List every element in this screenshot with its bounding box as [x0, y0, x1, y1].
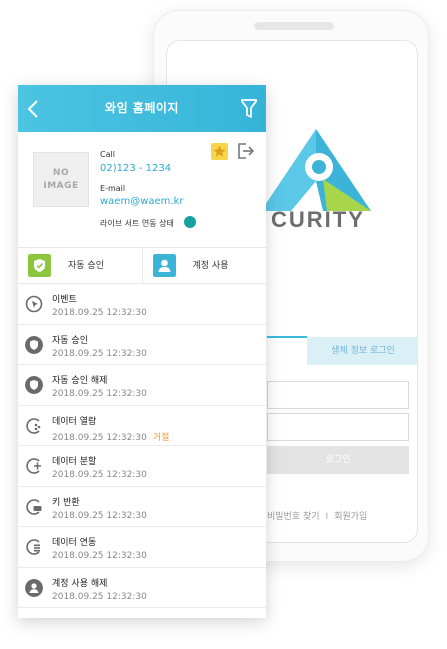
event-timestamp: 2018.09.25 12:32:30	[52, 389, 147, 399]
no-image-placeholder: NO IMAGE	[33, 152, 89, 207]
data-split-icon	[26, 458, 41, 474]
logo-text: CURITY	[271, 207, 365, 232]
shield-icon	[25, 335, 43, 354]
call-value[interactable]: 02)123 - 1234	[100, 163, 171, 174]
event-title: 자동 승인	[52, 335, 88, 346]
filter-icon[interactable]	[241, 99, 257, 119]
list-item[interactable]: 자동 승인 2018.09.25 12:32:30	[18, 325, 266, 365]
event-timestamp: 2018.09.25 12:32:30	[52, 348, 147, 359]
event-title: 키 반환	[52, 497, 80, 508]
account-use-button[interactable]: 계정 사용	[141, 248, 267, 283]
tab-indicator	[267, 336, 307, 338]
live-connected-icon	[184, 216, 196, 228]
auto-approve-button[interactable]: 자동 승인	[18, 248, 142, 283]
list-item[interactable]: 데이터 분할 2018.09.25 12:32:30	[18, 446, 266, 487]
event-time: 2018.09.25 12:32:30	[52, 389, 147, 399]
email-label: E-mail	[100, 184, 126, 193]
detail-screen: 와임 홈페이지 NO IMAGE Call 02)123 - 1234 E-ma…	[18, 85, 266, 618]
event-time: 2018.09.25 12:32:30	[52, 470, 147, 480]
security-logo-icon	[261, 129, 371, 211]
event-title: 데이터 열람	[52, 416, 97, 427]
event-timestamp: 2018.09.25 12:32:30	[52, 308, 147, 318]
find-password-link[interactable]: 비밀번호 찾기	[267, 512, 320, 522]
email-value[interactable]: waem@waem.kr	[100, 196, 183, 207]
tab-bio-login[interactable]: 생체 정보 로그인	[307, 337, 417, 365]
event-title: 데이터 연동	[52, 538, 97, 548]
event-time: 2018.09.25 12:32:30	[52, 349, 147, 359]
event-timestamp: 2018.09.25 12:32:30	[52, 591, 147, 602]
star-icon	[213, 145, 226, 157]
placeholder-line2: IMAGE	[43, 181, 79, 191]
event-time: 2018.09.25 12:32:30 거절	[52, 430, 169, 443]
placeholder-line1: NO	[52, 168, 70, 178]
list-item[interactable]: 키 반환 2018.09.25 12:32:30	[18, 487, 266, 527]
signup-link[interactable]: 회원가입	[334, 512, 367, 522]
app-header: 와임 홈페이지	[18, 85, 266, 132]
user-icon	[25, 578, 43, 597]
phone-speaker	[254, 22, 334, 30]
data-link-icon	[26, 539, 40, 555]
data-view-icon	[26, 417, 41, 434]
id-input[interactable]	[267, 381, 409, 409]
event-title: 자동 승인 해제	[52, 376, 108, 386]
call-label: Call	[100, 150, 115, 159]
auto-approve-label: 자동 승인	[68, 261, 104, 271]
event-timestamp: 2018.09.25 12:32:30	[52, 470, 147, 480]
password-input[interactable]	[267, 413, 409, 441]
event-time: 2018.09.25 12:32:30	[52, 592, 147, 602]
profile-card: NO IMAGE Call 02)123 - 1234 E-mail waem@…	[18, 132, 266, 248]
login-button[interactable]: 로그인	[267, 446, 409, 474]
account-links: 비밀번호 찾기 I 회원가입	[267, 509, 367, 522]
event-title: 이벤트	[52, 295, 77, 305]
cursor-icon	[25, 295, 43, 313]
account-use-label: 계정 사용	[192, 261, 229, 271]
list-item[interactable]: 계정 사용 해제 2018.09.25 12:32:30	[18, 568, 266, 608]
event-timestamp: 2018.09.25 12:32:30	[52, 432, 147, 443]
event-time: 2018.09.25 12:32:30	[52, 308, 147, 318]
event-timestamp: 2018.09.25 12:32:30	[52, 510, 147, 521]
link-separator: I	[325, 512, 329, 522]
event-time: 2018.09.25 12:32:30	[52, 511, 147, 521]
event-timestamp: 2018.09.25 12:32:30	[52, 551, 147, 561]
page-title: 와임 홈페이지	[105, 101, 179, 115]
shield-icon	[25, 376, 43, 394]
list-item[interactable]: 데이터 열람 2018.09.25 12:32:30 거절	[18, 406, 266, 446]
rejected-badge: 거절	[152, 432, 170, 443]
user-icon	[152, 254, 176, 277]
event-list: 이벤트 2018.09.25 12:32:30 자동 승인 2018.09.25…	[18, 284, 266, 608]
list-item[interactable]: 이벤트 2018.09.25 12:32:30	[18, 284, 266, 325]
key-return-icon	[26, 498, 42, 515]
event-title: 계정 사용 해제	[52, 578, 108, 589]
shield-icon	[28, 254, 51, 277]
favorite-button[interactable]	[211, 143, 228, 160]
list-item[interactable]: 데이터 연동 2018.09.25 12:32:30	[18, 527, 266, 568]
live-status-text: 라이브 서트 연동 상태	[100, 219, 174, 228]
exit-icon[interactable]	[237, 142, 255, 160]
event-time: 2018.09.25 12:32:30	[52, 551, 147, 561]
action-bar: 자동 승인 계정 사용	[18, 248, 266, 284]
event-title: 데이터 분할	[52, 457, 97, 467]
list-item[interactable]: 자동 승인 해제 2018.09.25 12:32:30	[18, 365, 266, 406]
